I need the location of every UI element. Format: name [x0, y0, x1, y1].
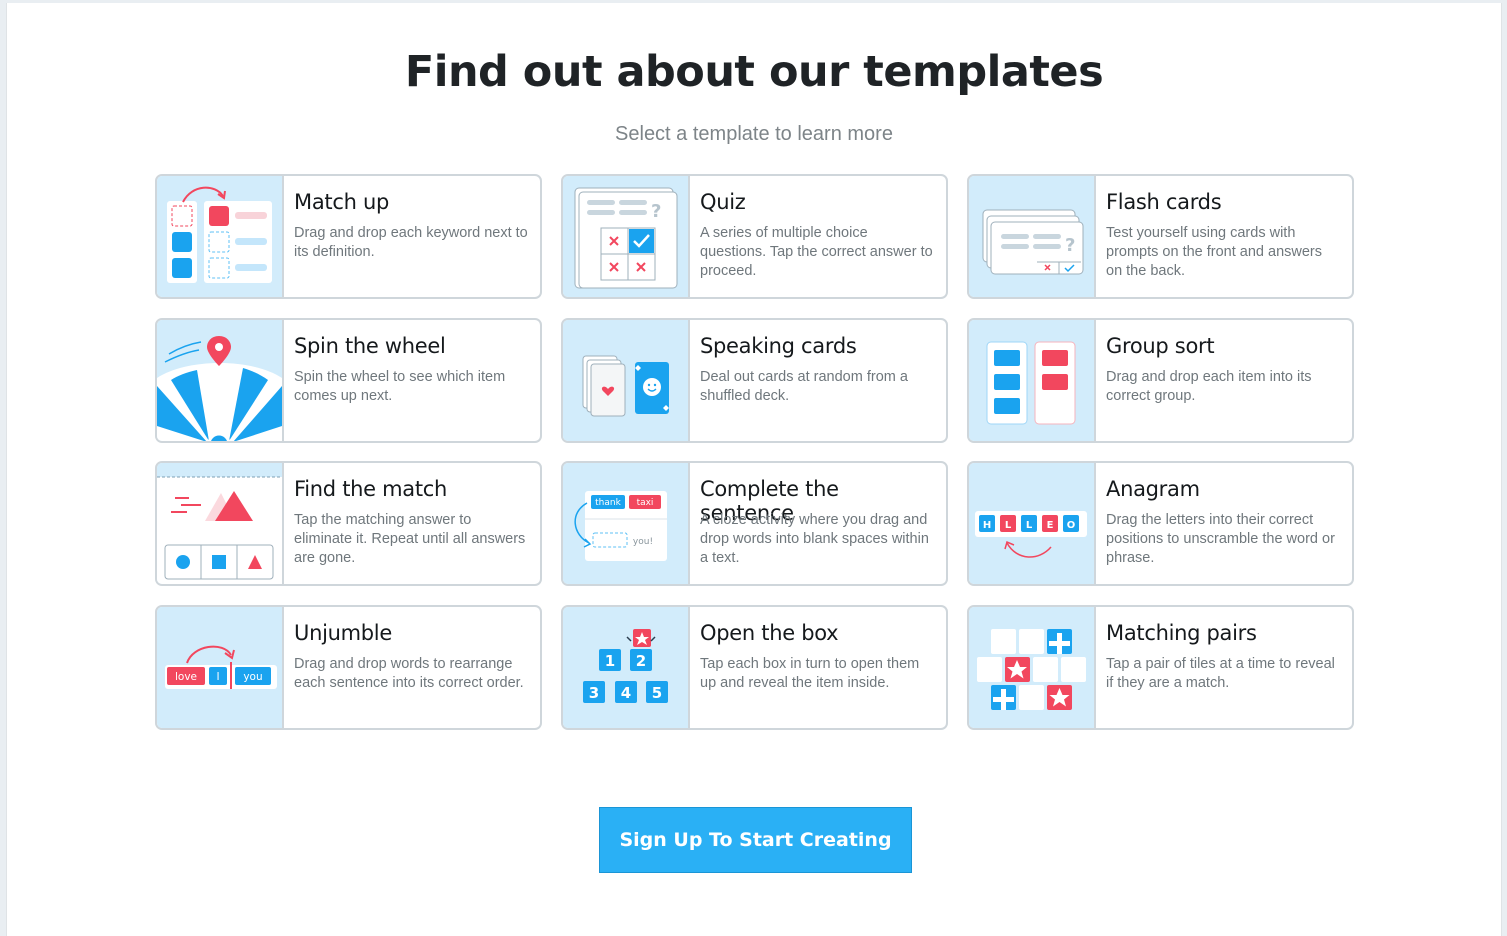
anagram-letter: H — [983, 520, 991, 531]
template-card-complete-the-sentence[interactable]: thank taxi you! Complete the sentence A … — [561, 461, 948, 586]
template-name: Anagram — [1106, 477, 1200, 501]
thumb-matching-pairs — [969, 607, 1096, 728]
complete-the-sentence-icon: thank taxi you! — [574, 491, 667, 561]
template-name: Spin the wheel — [294, 334, 446, 358]
template-card-match-up[interactable]: Match up Drag and drop each keyword next… — [155, 174, 542, 299]
match-up-icon — [167, 186, 272, 283]
thumb-unjumble: love I you — [157, 607, 284, 728]
template-name: Flash cards — [1106, 190, 1222, 214]
anagram-letter: L — [1005, 520, 1012, 531]
template-description: A series of multiple choice questions. T… — [700, 225, 933, 279]
thumb-find-the-match — [157, 463, 284, 584]
template-card-open-the-box[interactable]: 1 2 3 4 5 Open the box Tap each box in t… — [561, 605, 948, 730]
word-chip-thank: thank — [595, 498, 621, 508]
anagram-letter: E — [1047, 520, 1054, 531]
thumb-flash-cards: ? — [969, 176, 1096, 297]
find-the-match-icon — [157, 476, 282, 584]
open-the-box-icon: 1 2 3 4 5 — [583, 629, 668, 703]
unjumble-icon: love I you — [165, 645, 277, 689]
template-name: Group sort — [1106, 334, 1215, 358]
thumb-speaking-cards — [563, 320, 690, 441]
speaking-cards-icon — [582, 355, 669, 417]
template-card-spin-the-wheel[interactable]: Spin the wheel Spin the wheel to see whi… — [155, 318, 542, 443]
template-description: Drag the letters into their correct posi… — [1106, 512, 1335, 566]
thumb-group-sort — [969, 320, 1096, 441]
template-card-quiz[interactable]: ? Quiz A series of multiple choice quest… — [561, 174, 948, 299]
template-description: Deal out cards at random from a shuffled… — [700, 369, 908, 404]
anagram-icon: H L L E O — [975, 511, 1087, 558]
template-grid: Match up Drag and drop each keyword next… — [7, 3, 1501, 936]
template-name: Unjumble — [294, 621, 392, 645]
thumb-spin-the-wheel — [157, 320, 284, 441]
template-description: Tap a pair of tiles at a time to reveal … — [1106, 656, 1335, 691]
thumb-complete-the-sentence: thank taxi you! — [563, 463, 690, 584]
matching-pairs-icon — [977, 629, 1086, 710]
unjumble-word: I — [216, 671, 219, 683]
flash-cards-icon: ? — [982, 209, 1084, 275]
template-name: Find the match — [294, 477, 448, 501]
box-number: 1 — [605, 652, 615, 670]
quiz-icon: ? — [574, 187, 678, 289]
word-chip-taxi: taxi — [637, 498, 654, 508]
thumb-anagram: H L L E O — [969, 463, 1096, 584]
unjumble-word: love — [175, 671, 197, 683]
sentence-word-you: you! — [633, 537, 653, 547]
anagram-letter: L — [1026, 520, 1033, 531]
template-card-anagram[interactable]: H L L E O Anagram Drag the letters into … — [967, 461, 1354, 586]
template-description: Spin the wheel to see which item comes u… — [294, 369, 506, 404]
template-name: Speaking cards — [700, 334, 857, 358]
template-description: Test yourself using cards with prompts o… — [1106, 225, 1323, 279]
template-description: A cloze activity where you drag and drop… — [700, 512, 929, 566]
template-name: Quiz — [700, 190, 746, 214]
template-description: Tap the matching answer to eliminate it.… — [294, 512, 526, 566]
template-card-find-the-match[interactable]: Find the match Tap the matching answer t… — [155, 461, 542, 586]
template-description: Drag and drop each item into its correct… — [1106, 369, 1312, 404]
anagram-letter: O — [1067, 520, 1076, 531]
thumb-quiz: ? — [563, 176, 690, 297]
template-description: Tap each box in turn to open them up and… — [700, 656, 920, 691]
template-name: Match up — [294, 190, 389, 214]
template-name: Open the box — [700, 621, 839, 645]
box-number: 4 — [621, 684, 631, 702]
box-number: 5 — [652, 684, 662, 702]
svg-text:?: ? — [651, 201, 661, 222]
svg-text:?: ? — [1065, 235, 1075, 256]
unjumble-word: you — [243, 671, 262, 683]
template-card-flash-cards[interactable]: ? Flash cards Test yourself using cards … — [967, 174, 1354, 299]
template-card-group-sort[interactable]: Group sort Drag and drop each item into … — [967, 318, 1354, 443]
template-card-unjumble[interactable]: love I you Unjumble Drag and drop words … — [155, 605, 542, 730]
thumb-open-the-box: 1 2 3 4 5 — [563, 607, 690, 728]
box-number: 3 — [589, 684, 599, 702]
spin-the-wheel-icon — [157, 336, 282, 441]
template-description: Drag and drop each keyword next to its d… — [294, 225, 528, 260]
template-card-speaking-cards[interactable]: Speaking cards Deal out cards at random … — [561, 318, 948, 443]
template-description: Drag and drop words to rearrange each se… — [294, 656, 524, 691]
thumb-match-up — [157, 176, 284, 297]
page: Find out about our templates Select a te… — [6, 3, 1502, 936]
sign-up-button[interactable]: Sign Up To Start Creating — [599, 807, 912, 873]
template-card-matching-pairs[interactable]: Matching pairs Tap a pair of tiles at a … — [967, 605, 1354, 730]
group-sort-icon — [986, 341, 1076, 425]
template-name: Matching pairs — [1106, 621, 1257, 645]
box-number: 2 — [636, 652, 646, 670]
